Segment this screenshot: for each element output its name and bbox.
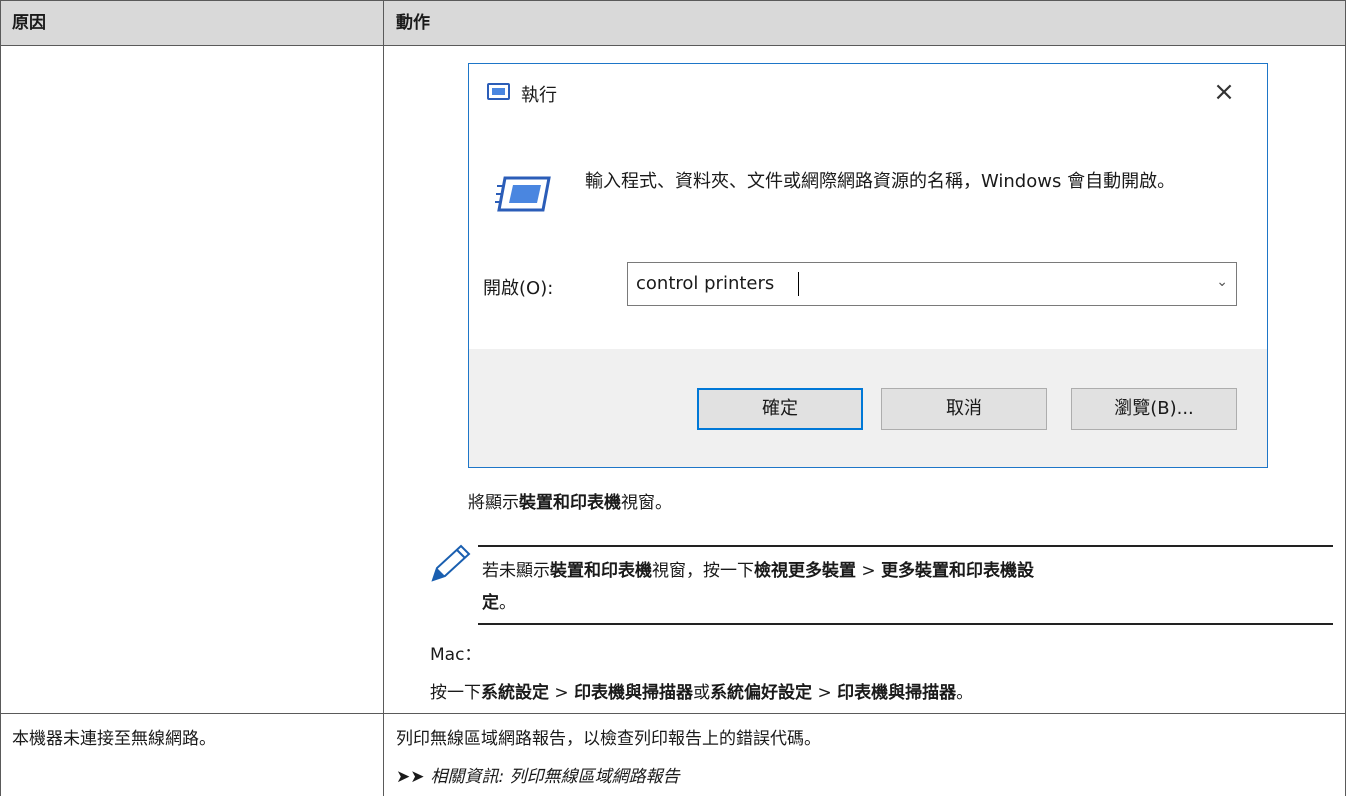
open-input-value: control printers xyxy=(636,273,775,294)
row2-action: 列印無線區域網路報告，以檢查列印報告上的錯誤代碼。 xyxy=(396,729,821,749)
run-title-icon xyxy=(487,83,510,100)
open-label: 開啟(O): xyxy=(483,278,554,299)
row-divider xyxy=(0,713,1346,714)
double-chevron-icon: ➤➤ xyxy=(396,767,425,787)
table-border-left xyxy=(0,0,1,796)
troubleshooting-table: 原因 動作 執行 × 輸入程式、資料夾、文件或網際網路資源的名稱，Windows… xyxy=(0,0,1346,796)
column-divider xyxy=(383,0,384,796)
note-bottom-rule xyxy=(478,623,1333,625)
after-dialog-text: 將顯示裝置和印表機視窗。 xyxy=(468,493,672,513)
run-program-icon xyxy=(495,176,551,212)
browse-button[interactable]: 瀏覽(B)... xyxy=(1071,388,1237,430)
mac-instructions: 按一下系統設定 > 印表機與掃描器或系統偏好設定 > 印表機與掃描器。 xyxy=(430,683,974,703)
dialog-title: 執行 xyxy=(521,85,557,106)
text-caret xyxy=(798,272,799,296)
ok-button[interactable]: 確定 xyxy=(697,388,863,430)
pencil-icon xyxy=(431,544,471,582)
table-header-row xyxy=(0,0,1346,46)
note-top-rule xyxy=(478,545,1333,547)
chevron-down-icon[interactable]: ⌄ xyxy=(1216,274,1228,290)
note-line-2: 定。 xyxy=(482,593,516,613)
open-input[interactable]: control printers ⌄ xyxy=(627,262,1237,306)
close-icon[interactable]: × xyxy=(1204,72,1244,112)
related-info-link[interactable]: ➤➤ 相關資訊: 列印無線區域網路報告 xyxy=(396,762,680,787)
row2-cause: 本機器未連接至無線網路。 xyxy=(12,729,216,749)
dialog-message: 輸入程式、資料夾、文件或網際網路資源的名稱，Windows 會自動開啟。 xyxy=(585,171,1176,192)
run-dialog: 執行 × 輸入程式、資料夾、文件或網際網路資源的名稱，Windows 會自動開啟… xyxy=(468,63,1268,468)
mac-label: Mac： xyxy=(430,645,482,665)
header-action: 動作 xyxy=(396,13,430,33)
note-line-1: 若未顯示裝置和印表機視窗，按一下檢視更多裝置 > 更多裝置和印表機設 xyxy=(482,561,1035,581)
header-cause: 原因 xyxy=(12,13,46,33)
cancel-button[interactable]: 取消 xyxy=(881,388,1047,430)
